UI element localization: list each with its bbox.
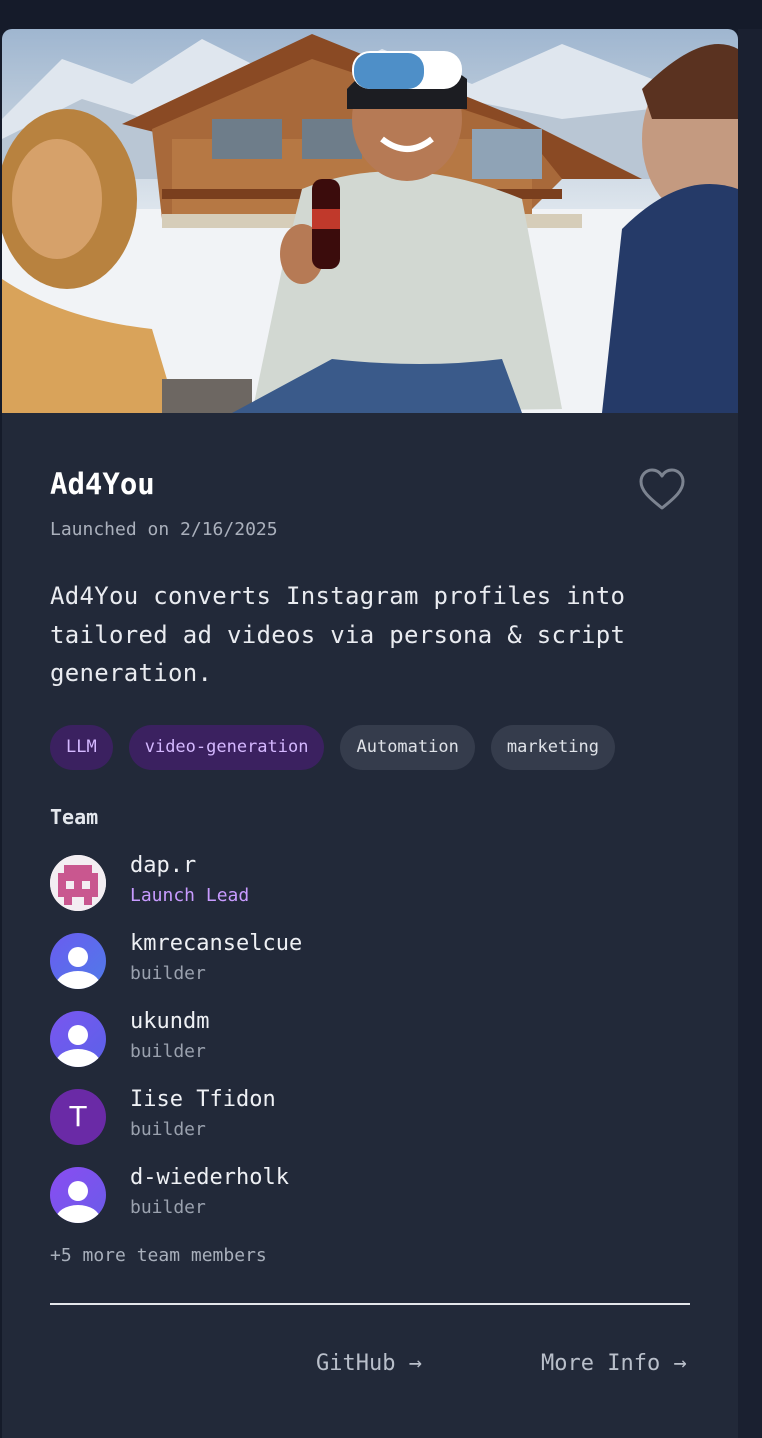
project-card: Ad4You Launched on 2/16/2025 Ad4You conv… xyxy=(2,29,738,1438)
favorite-heart-icon[interactable] xyxy=(638,466,686,514)
github-link[interactable]: GitHub → xyxy=(316,1351,422,1376)
more-team-members[interactable]: +5 more team members xyxy=(50,1245,267,1266)
user-icon xyxy=(50,1167,106,1223)
member-role: builder xyxy=(130,1041,206,1062)
tag-automation[interactable]: Automation xyxy=(340,725,475,770)
member-role: builder xyxy=(130,963,206,984)
team-member[interactable]: dap.r Launch Lead xyxy=(50,853,650,913)
member-role: builder xyxy=(130,1119,206,1140)
more-info-link[interactable]: More Info → xyxy=(541,1351,687,1376)
letter-avatar: T xyxy=(50,1089,106,1145)
tag-llm[interactable]: LLM xyxy=(50,725,113,770)
pixel-avatar-icon xyxy=(50,855,106,911)
tag-video-generation[interactable]: video-generation xyxy=(128,725,325,770)
avatar-initial: T xyxy=(69,1100,87,1133)
project-hero-image xyxy=(2,29,738,413)
member-name: d-wiederholk xyxy=(130,1165,289,1190)
team-member[interactable]: kmrecanselcue builder xyxy=(50,931,650,991)
team-member[interactable]: ukundm builder xyxy=(50,1009,650,1069)
team-member[interactable]: d-wiederholk builder xyxy=(50,1165,650,1225)
member-name: dap.r xyxy=(130,853,197,878)
member-name: Iise Tfidon xyxy=(130,1087,276,1112)
divider xyxy=(50,1303,690,1305)
page-edge xyxy=(738,29,762,1438)
project-description: Ad4You converts Instagram profiles into … xyxy=(50,582,626,687)
launch-date: Launched on 2/16/2025 xyxy=(50,519,278,540)
project-title: Ad4You xyxy=(50,467,155,501)
member-name: ukundm xyxy=(130,1009,210,1034)
member-role: Launch Lead xyxy=(130,885,250,906)
team-member[interactable]: T Iise Tfidon builder xyxy=(50,1087,650,1147)
tag-list: LLM video-generation Automation marketin… xyxy=(50,725,615,770)
member-role: builder xyxy=(130,1197,206,1218)
tag-marketing[interactable]: marketing xyxy=(490,725,615,770)
user-icon xyxy=(50,933,106,989)
team-heading: Team xyxy=(50,805,99,829)
member-name: kmrecanselcue xyxy=(130,931,303,956)
user-icon xyxy=(50,1011,106,1067)
